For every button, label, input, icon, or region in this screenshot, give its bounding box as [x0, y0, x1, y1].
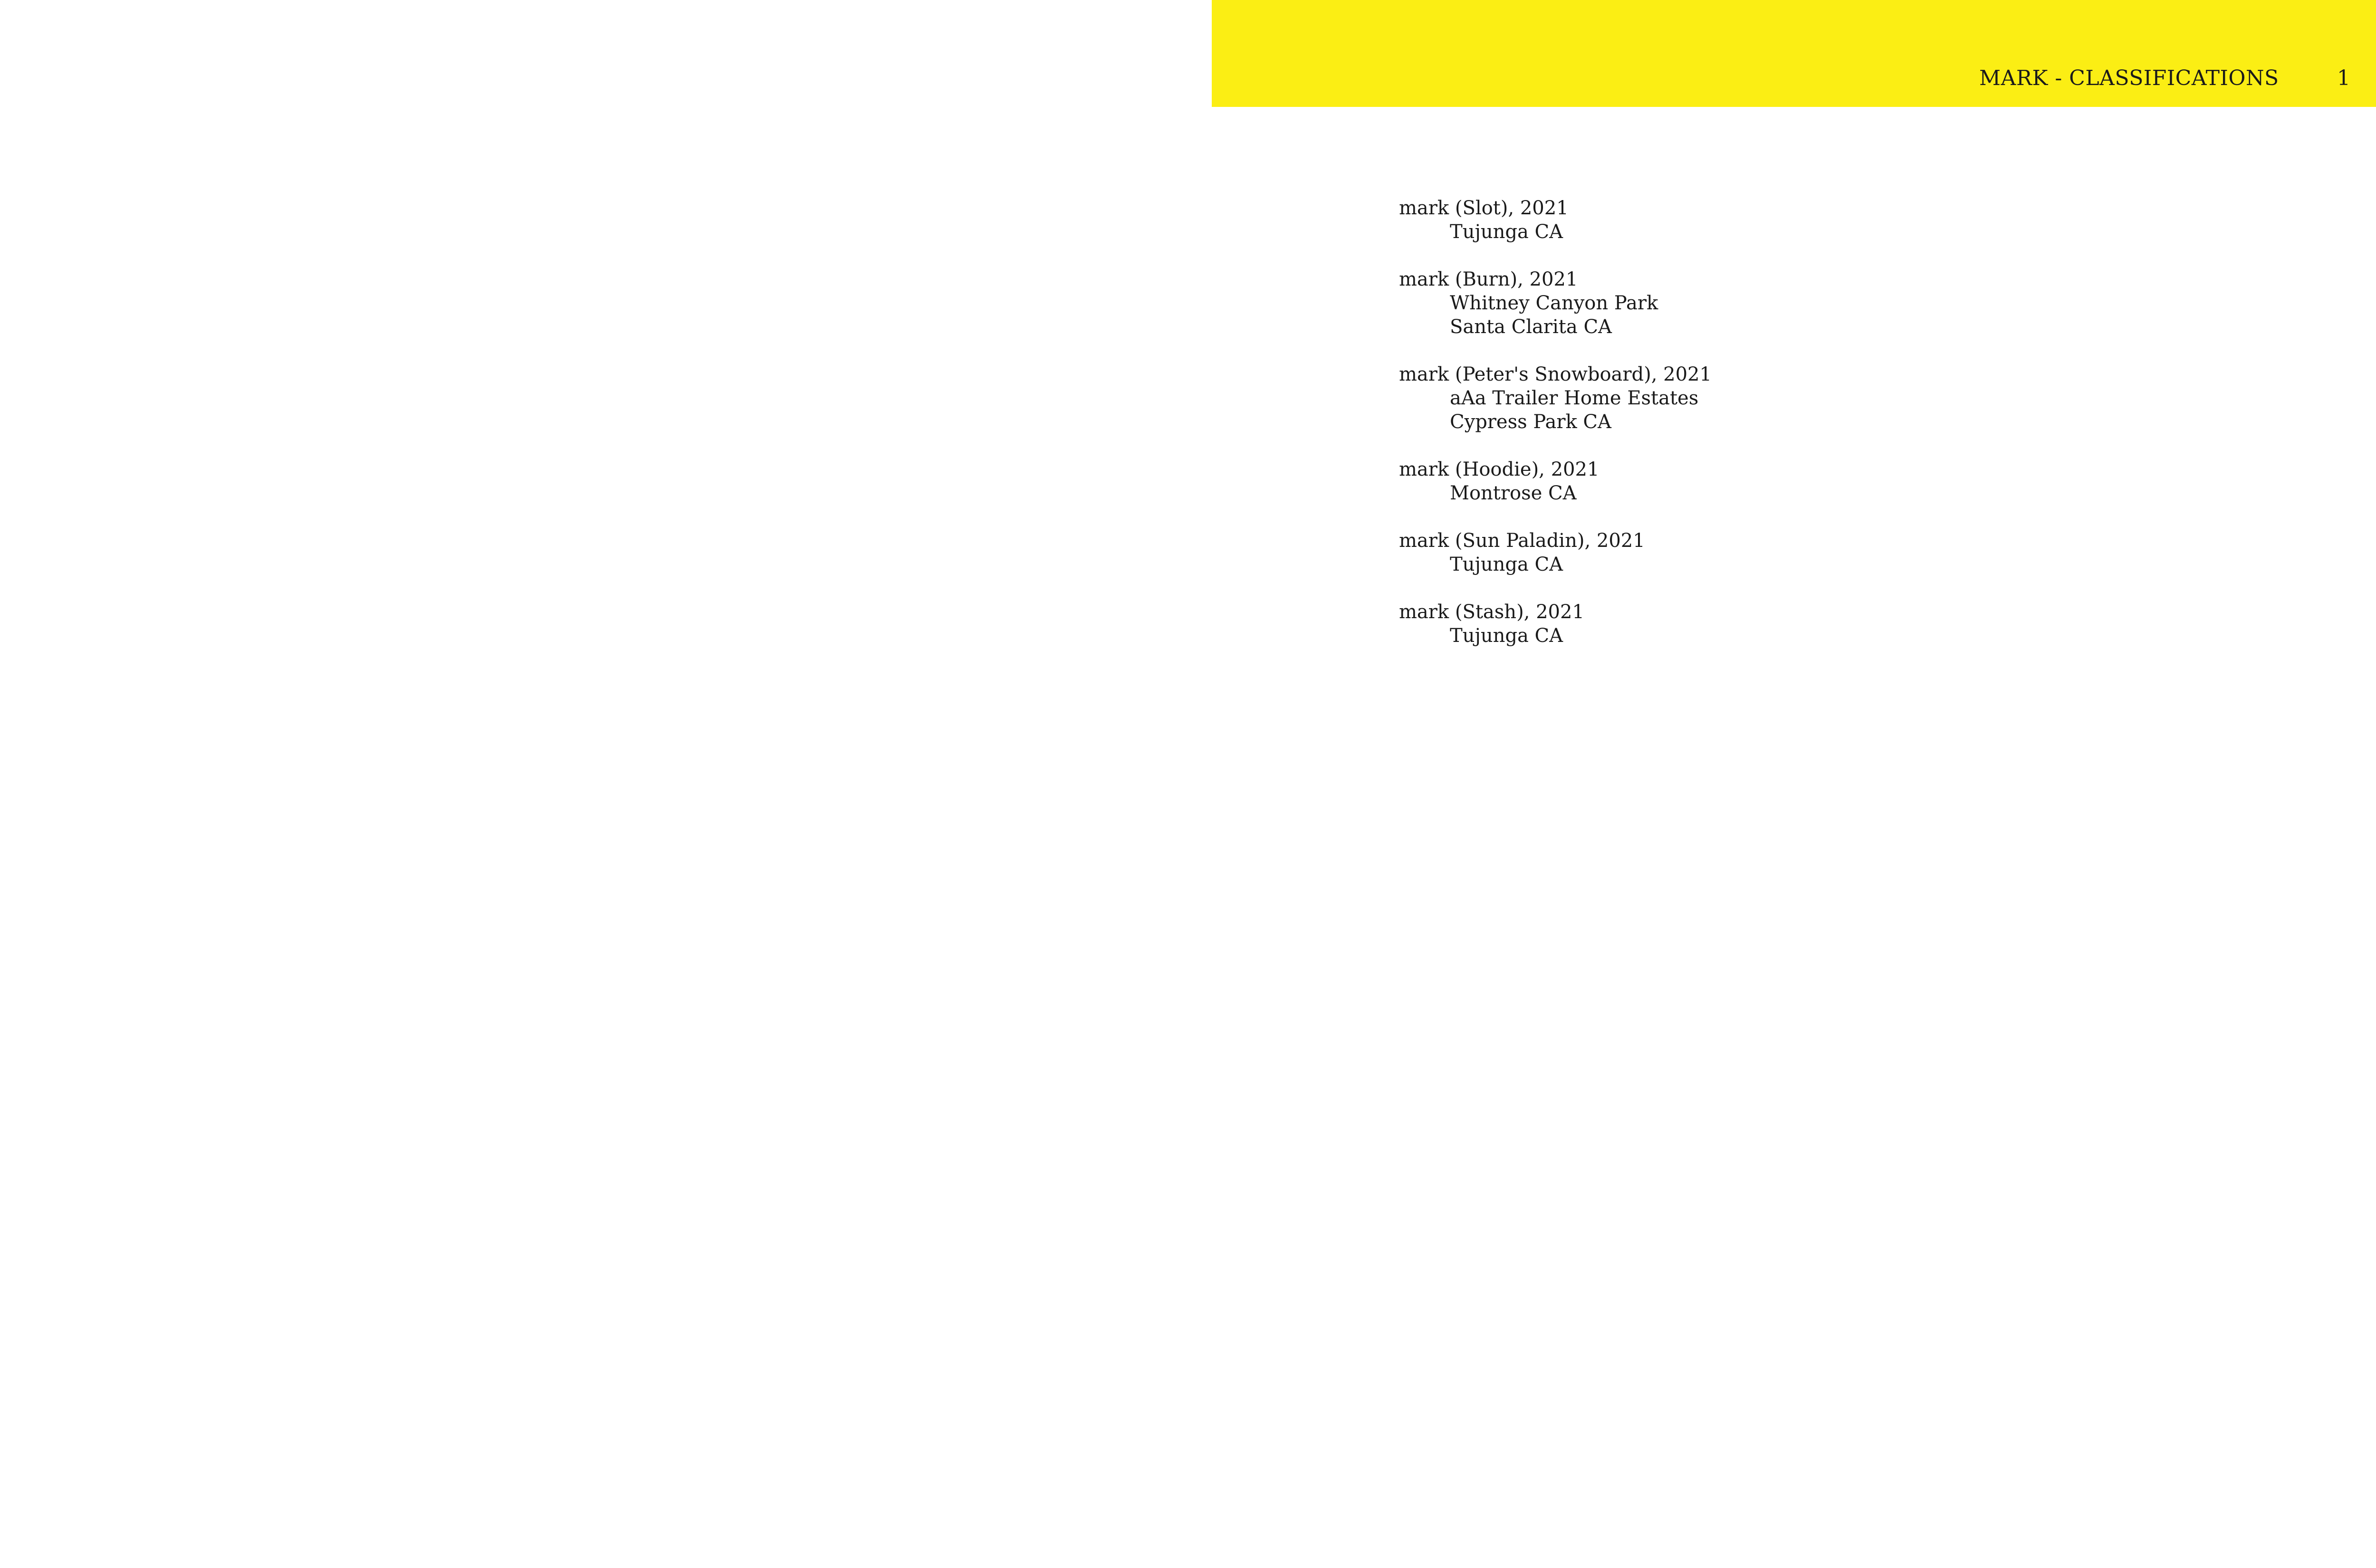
list-item: mark (Sun Paladin), 2021 Tujunga CA	[1399, 529, 2064, 576]
running-head: MARK - CLASSIFICATIONS	[1979, 66, 2279, 90]
left-page-blank	[0, 0, 1212, 1568]
entry-title: mark (Peter's Snowboard), 2021	[1399, 363, 1712, 385]
entry-location: Santa Clarita CA	[1450, 316, 1612, 338]
entry-location: aAa Trailer Home Estates	[1450, 387, 1699, 409]
entry-title: mark (Sun Paladin), 2021	[1399, 530, 1645, 552]
entry-title: mark (Stash), 2021	[1399, 601, 1584, 623]
entry-location: Whitney Canyon Park	[1450, 292, 1658, 314]
list-item: mark (Stash), 2021 Tujunga CA	[1399, 600, 2064, 648]
right-page: MARK - CLASSIFICATIONS 1 mark (Slot), 20…	[1212, 0, 2376, 1568]
entry-location: Tujunga CA	[1450, 625, 1563, 647]
list-item: mark (Slot), 2021 Tujunga CA	[1399, 196, 2064, 244]
entry-title: mark (Hoodie), 2021	[1399, 459, 1600, 480]
list-item: mark (Hoodie), 2021 Montrose CA	[1399, 458, 2064, 505]
list-item: mark (Burn), 2021 Whitney Canyon Park Sa…	[1399, 268, 2064, 339]
entry-location: Tujunga CA	[1450, 554, 1563, 575]
entry-title: mark (Burn), 2021	[1399, 268, 1578, 290]
book-spread: MARK - CLASSIFICATIONS 1 mark (Slot), 20…	[0, 0, 2376, 1568]
header-band: MARK - CLASSIFICATIONS 1	[1212, 0, 2376, 107]
entry-title: mark (Slot), 2021	[1399, 197, 1569, 219]
entry-location: Cypress Park CA	[1450, 411, 1611, 433]
page-number: 1	[2337, 66, 2350, 90]
classification-list: mark (Slot), 2021 Tujunga CA mark (Burn)…	[1399, 196, 2064, 671]
entry-location: Tujunga CA	[1450, 221, 1563, 243]
list-item: mark (Peter's Snowboard), 2021 aAa Trail…	[1399, 363, 2064, 434]
entry-location: Montrose CA	[1450, 482, 1577, 504]
